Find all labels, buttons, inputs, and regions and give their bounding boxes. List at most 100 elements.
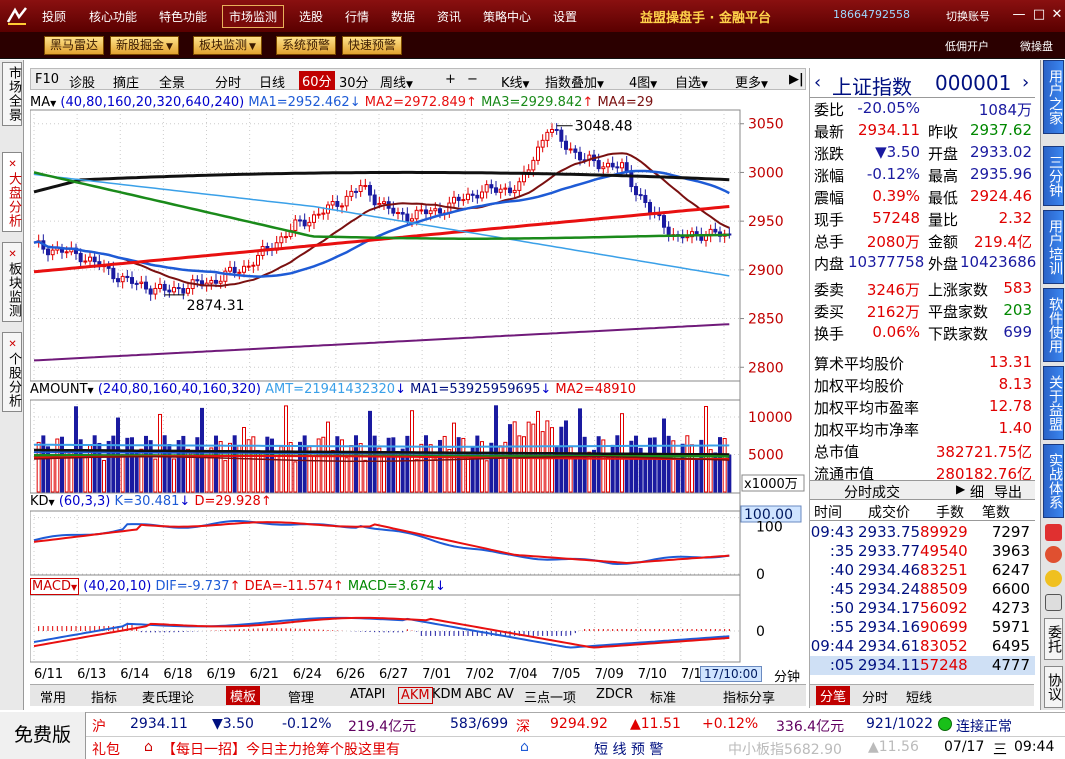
weekly-button[interactable]: 周线▼ xyxy=(380,72,413,91)
panorama-button[interactable]: 全景 xyxy=(159,72,185,91)
menu-item-advisor[interactable]: 投顾 xyxy=(42,8,66,25)
ticks-detail-button[interactable]: 细 xyxy=(970,482,984,502)
home-icon[interactable]: ⌂ xyxy=(144,739,153,755)
tab-abc[interactable]: ABC xyxy=(465,687,492,702)
summary-button[interactable]: 摘庄 xyxy=(113,72,139,91)
tab-stock-analysis[interactable]: ✕个股分析 xyxy=(2,332,22,412)
maximize-icon[interactable]: □ xyxy=(1030,6,1048,24)
tick-row[interactable]: :35 2933.77 49540 3963 xyxy=(810,542,1035,561)
weibo-icon[interactable] xyxy=(1045,546,1062,563)
tab-akm[interactable]: AKM xyxy=(398,687,433,704)
micro-trade-link[interactable]: 微操盘 xyxy=(1020,38,1053,54)
tab-market-analysis[interactable]: ✕大盘分析 xyxy=(2,152,22,232)
tick-row[interactable]: :40 2934.46 83251 6247 xyxy=(810,561,1035,580)
f10-button[interactable]: F10 xyxy=(35,72,59,87)
switch-account-link[interactable]: 切换账号 xyxy=(946,8,990,24)
tab-user-training[interactable]: 用户培训 xyxy=(1043,210,1064,284)
candle-body xyxy=(134,282,139,285)
close-icon[interactable]: ✕ xyxy=(8,157,17,172)
tab-common[interactable]: 常用 xyxy=(40,687,66,706)
daily-button[interactable]: 日线 xyxy=(259,72,285,91)
tick-row[interactable]: :05 2934.11 57248 4777 xyxy=(810,656,1035,675)
ticker-left-text[interactable]: 礼包 xyxy=(92,739,120,759)
tab-manage[interactable]: 管理 xyxy=(288,687,314,706)
tick-row[interactable]: :55 2934.16 90699 5971 xyxy=(810,618,1035,637)
wechat-icon[interactable] xyxy=(1045,594,1062,611)
tab-market-overview[interactable]: 市场全景 xyxy=(2,62,22,126)
zoom-out-button[interactable]: − xyxy=(467,72,478,87)
tab-sector-monitor[interactable]: ✕板块监测 xyxy=(2,242,22,322)
prev-stock-icon[interactable]: ‹ xyxy=(814,72,821,93)
intraday-button[interactable]: 分时 xyxy=(215,72,241,91)
menu-item-stock-pick[interactable]: 选股 xyxy=(299,8,323,25)
kline-chart-area[interactable]: 6/11 6/13 6/14 6/18 6/19 6/21 6/24 6/26 6/27 7/01… xyxy=(30,92,806,688)
tab-kdm[interactable]: KDM xyxy=(432,687,462,702)
tick-row[interactable]: :50 2934.17 56092 4273 xyxy=(810,599,1035,618)
minimize-icon[interactable]: — xyxy=(1010,6,1028,24)
tick-row[interactable]: :45 2934.24 88509 6600 xyxy=(810,580,1035,599)
tick-row[interactable]: 09:43 2933.75 89929 7297 xyxy=(810,523,1035,542)
quote-value: 2933.02 xyxy=(969,143,1032,161)
next-stock-icon[interactable]: › xyxy=(1022,72,1029,93)
amount-indicator-name[interactable]: AMOUNT xyxy=(30,382,88,397)
four-charts-button[interactable]: 4图▼ xyxy=(629,72,657,91)
sector-monitor-button[interactable]: 板块监测 ▼ xyxy=(193,36,262,55)
news-ticker[interactable]: 【每日一招】今日主力抢筹个股这里有 xyxy=(162,739,400,759)
menu-item-features[interactable]: 特色功能 xyxy=(159,8,207,25)
chat-icon[interactable] xyxy=(1045,524,1062,541)
more-button[interactable]: 更多▼ xyxy=(735,72,768,91)
dark-horse-radar-button[interactable]: 黑马雷达 xyxy=(44,36,105,55)
menu-item-news[interactable]: 资讯 xyxy=(437,8,461,25)
tab-template[interactable]: 模板 xyxy=(226,686,261,705)
tab-zdcr[interactable]: ZDCR xyxy=(596,687,633,702)
system-alert-button[interactable]: 系统预警 xyxy=(276,36,337,55)
close-icon[interactable]: ✕ xyxy=(8,247,17,262)
entrust-button[interactable]: 委托 xyxy=(1044,618,1063,660)
kd-indicator-name[interactable]: KD xyxy=(30,494,49,509)
play-icon[interactable]: ▶ xyxy=(956,482,965,496)
tab-three-points[interactable]: 三点一项 xyxy=(524,687,576,706)
menu-item-data[interactable]: 数据 xyxy=(391,8,415,25)
tab-atapi[interactable]: ATAPI xyxy=(350,687,385,702)
tab-ticks[interactable]: 分笔 xyxy=(816,686,851,705)
qq-icon[interactable] xyxy=(1045,570,1062,587)
diagnose-button[interactable]: 诊股 xyxy=(69,72,95,91)
agreement-button[interactable]: 协议 xyxy=(1044,666,1063,708)
close-icon[interactable]: ✕ xyxy=(8,337,17,352)
tab-standard[interactable]: 标准 xyxy=(650,687,676,706)
menu-item-market-monitor[interactable]: 市场监测 xyxy=(222,5,285,28)
kline-button[interactable]: K线▼ xyxy=(501,72,529,91)
close-icon[interactable]: ✕ xyxy=(1048,6,1065,24)
quick-alert-button[interactable]: 快速预警 xyxy=(342,36,403,55)
menu-item-quotes[interactable]: 行情 xyxy=(345,8,369,25)
home-icon[interactable]: ⌂ xyxy=(520,739,529,755)
tab-indicators[interactable]: 指标 xyxy=(91,687,117,706)
ma-indicator-name[interactable]: MA xyxy=(30,95,50,110)
ticks-export-button[interactable]: 导出 xyxy=(994,482,1022,502)
tab-mcclellan[interactable]: 麦氏理论 xyxy=(142,687,194,706)
tab-trading-system[interactable]: 实战体系 xyxy=(1043,444,1064,518)
tab-indicator-share[interactable]: 指标分享 xyxy=(723,687,775,706)
period-60min-button[interactable]: 60分 xyxy=(299,71,335,90)
open-account-link[interactable]: 低佣开户 xyxy=(945,38,989,54)
menu-item-settings[interactable]: 设置 xyxy=(553,8,577,25)
tab-short-term[interactable]: 短线 xyxy=(906,687,932,706)
index-overlay-button[interactable]: 指数叠加▼ xyxy=(545,72,604,91)
tab-user-home[interactable]: 用户之家 xyxy=(1043,60,1064,134)
tab-about[interactable]: 关于益盟 xyxy=(1043,366,1064,440)
tab-software-usage[interactable]: 软件使用 xyxy=(1043,288,1064,362)
free-edition-badge[interactable]: 免费版 xyxy=(0,712,86,759)
menu-item-core[interactable]: 核心功能 xyxy=(89,8,137,25)
tab-three-minutes[interactable]: 三分钟 xyxy=(1043,146,1064,206)
tab-intraday[interactable]: 分时 xyxy=(862,687,888,706)
tab-av[interactable]: AV xyxy=(497,687,514,702)
zoom-in-button[interactable]: + xyxy=(445,72,456,87)
period-30min-button[interactable]: 30分 xyxy=(339,72,369,91)
watchlist-button[interactable]: 自选▼ xyxy=(675,72,708,91)
macd-indicator-name[interactable]: MACD▼ xyxy=(30,578,80,595)
tick-row[interactable]: 09:44 2934.61 83052 6495 xyxy=(810,637,1035,656)
short-term-alert[interactable]: 短 线 预 警 xyxy=(594,739,663,759)
menu-item-strategy[interactable]: 策略中心 xyxy=(483,8,531,25)
new-stock-button[interactable]: 新股掘金 ▼ xyxy=(110,36,179,55)
collapse-panel-icon[interactable]: ▶| xyxy=(789,72,804,87)
